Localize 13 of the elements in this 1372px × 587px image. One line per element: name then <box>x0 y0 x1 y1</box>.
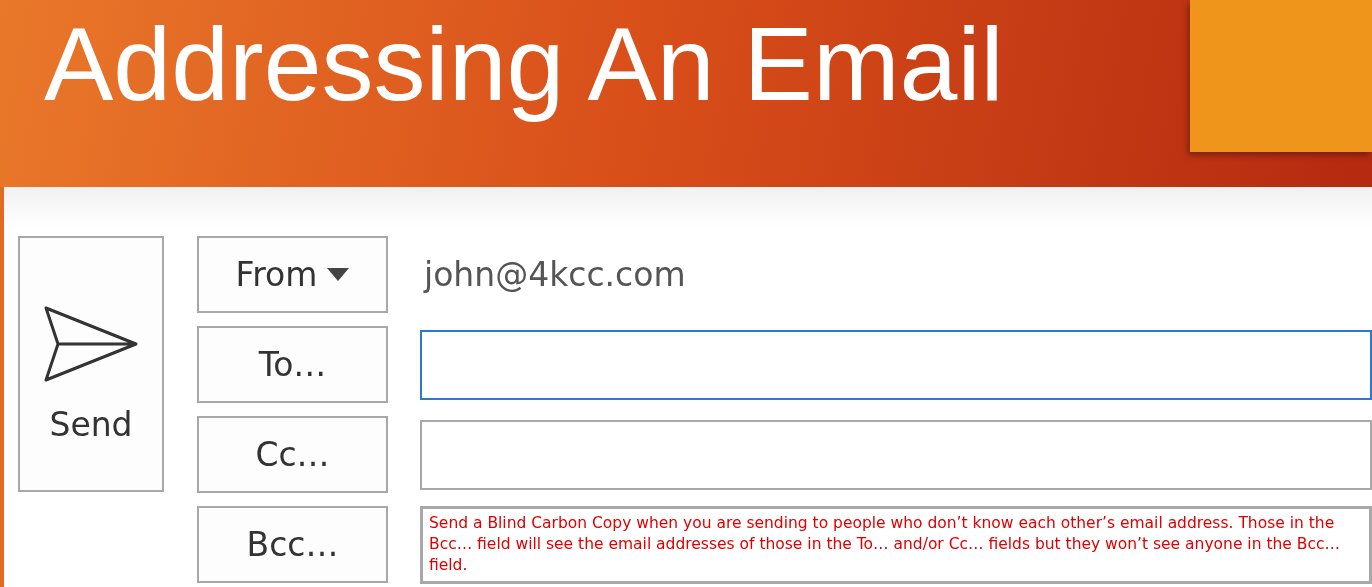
from-dropdown[interactable]: From <box>197 236 388 313</box>
annotation-text: Send a Blind Carbon Copy when you are sending to people who don’t know each other’s email address. Those in the Bcc… field will see the email addresses of those in the To… and/or Cc… fields but they won’t see anyone in the Bcc… field. <box>428 512 1341 576</box>
send-button[interactable]: Send <box>18 236 164 492</box>
recipient-field[interactable] <box>420 419 1372 490</box>
recipient-button[interactable]: Cc… <box>197 416 388 493</box>
send-icon <box>43 304 139 383</box>
caret-icon <box>327 268 350 281</box>
recipient-field[interactable] <box>420 505 1372 584</box>
sender-address: john@4kcc.com <box>424 255 686 294</box>
slide-title: Addressing An Email <box>43 5 1005 124</box>
recipient-field[interactable] <box>420 329 1372 400</box>
recipient-button[interactable]: Bcc… <box>197 506 388 583</box>
recipient-button[interactable]: To… <box>197 326 388 403</box>
